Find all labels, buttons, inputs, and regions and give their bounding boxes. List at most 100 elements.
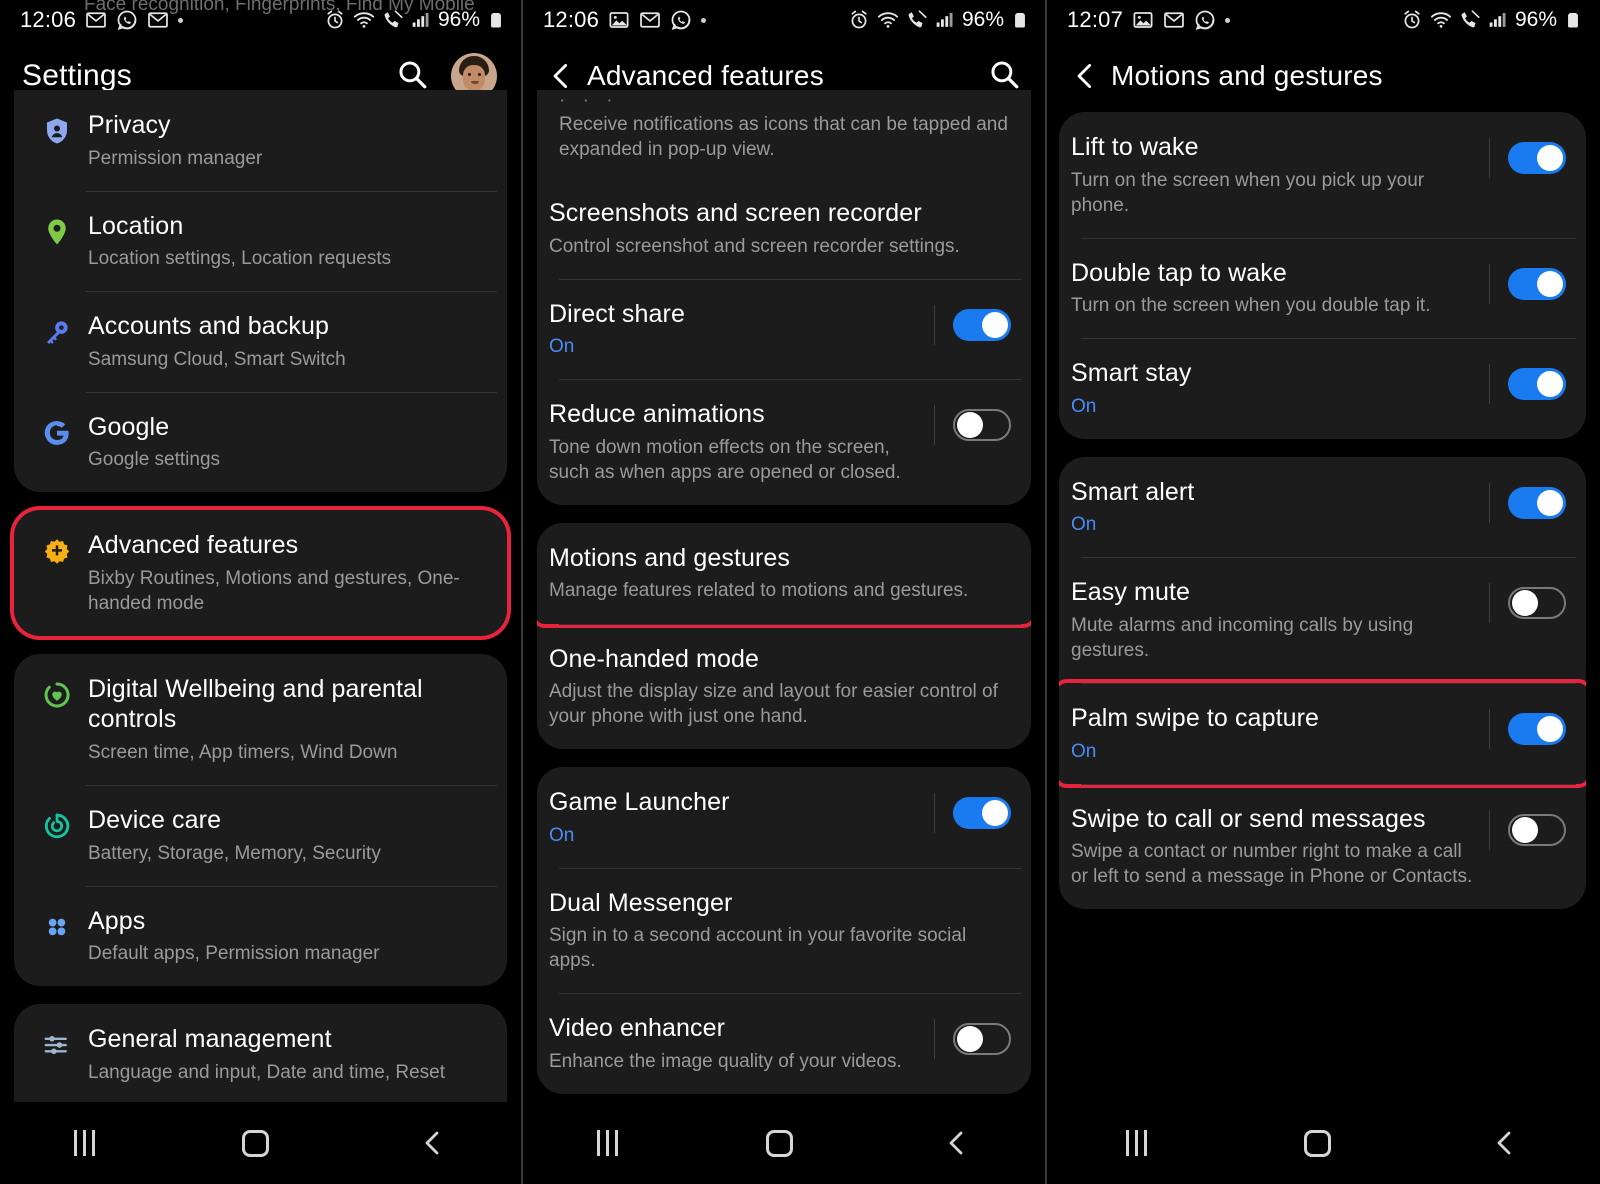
toggle-divider	[1489, 138, 1490, 178]
settings-row-subtitle: Adjust the display size and layout for e…	[549, 681, 998, 728]
battery-percent: 96%	[1514, 8, 1557, 31]
status-time: 12:06	[20, 7, 77, 32]
recent-apps-icon[interactable]	[597, 1130, 618, 1156]
settings-row[interactable]: Lift to wake Turn on the screen when you …	[1059, 112, 1586, 238]
home-icon[interactable]	[1304, 1129, 1332, 1157]
settings-list[interactable]: Face recognition, Fingerprints, Find My …	[0, 0, 521, 1184]
app-bar: Motions and gestures	[1047, 40, 1598, 112]
settings-list[interactable]: Lift to wake Turn on the screen when you …	[1047, 112, 1598, 910]
settings-row[interactable]: Privacy Permission manager	[14, 90, 507, 191]
home-icon[interactable]	[766, 1129, 793, 1157]
settings-row[interactable]: Dual Messenger Sign in to a second accoun…	[537, 867, 1031, 994]
toggle-divider	[1489, 364, 1490, 405]
back-button[interactable]	[1069, 60, 1111, 92]
settings-row-text: Palm swipe to capture On	[1071, 703, 1489, 764]
settings-row[interactable]: Palm swipe to capture On	[1059, 679, 1586, 788]
settings-row[interactable]: Apps Default apps, Permission manager	[14, 885, 507, 987]
settings-row[interactable]: Game Launcher On	[537, 767, 1031, 868]
settings-row-title: Easy mute	[1071, 578, 1191, 607]
settings-row[interactable]: Screenshots and screen recorder Control s…	[537, 178, 1031, 279]
settings-row[interactable]: One-handed mode Adjust the display size a…	[537, 623, 1031, 750]
toggle-switch[interactable]	[1508, 813, 1566, 846]
settings-card-highlighted: Advanced features Bixby Routines, Motions…	[14, 510, 507, 636]
settings-row[interactable]: Digital Wellbeing and parental controls S…	[14, 654, 507, 785]
toggle-switch[interactable]	[1508, 587, 1566, 620]
settings-row[interactable]: Reduce animations Tone down motion effect…	[537, 379, 1031, 505]
settings-row-title: One-handed mode	[549, 644, 759, 673]
toggle-switch[interactable]	[953, 409, 1011, 442]
toggle-switch[interactable]	[1508, 486, 1566, 519]
toggle-switch[interactable]	[1508, 267, 1566, 300]
settings-row-title: Google	[88, 412, 170, 441]
toggle-switch[interactable]	[1508, 368, 1566, 401]
back-nav-icon[interactable]	[1489, 1128, 1519, 1158]
settings-card: Digital Wellbeing and parental controls S…	[14, 653, 507, 987]
settings-row-text: Smart alert On	[1071, 477, 1489, 538]
settings-row-control	[934, 399, 1011, 446]
settings-row[interactable]: Video enhancer Enhance the image quality …	[537, 993, 1031, 1094]
phone-screen-advanced-features: 12:06 96% Advanced features · · · Receive no…	[521, 0, 1045, 1184]
settings-row-title: Advanced features	[88, 531, 299, 560]
settings-row[interactable]: Accounts and backup Samsung Cloud, Smart …	[14, 291, 507, 392]
settings-row[interactable]: Location Location settings, Location requ…	[14, 190, 507, 292]
settings-row-control	[934, 299, 1011, 345]
settings-row-subtitle: Google settings	[88, 449, 221, 471]
settings-row-subtitle: Default apps, Permission manager	[88, 943, 380, 965]
status-bar: 12:06 96%	[523, 0, 1045, 40]
navigation-bar	[0, 1102, 521, 1184]
recent-apps-icon[interactable]	[73, 1130, 95, 1156]
device-care-icon	[26, 805, 88, 841]
settings-row[interactable]: Google Google settings	[14, 391, 507, 493]
settings-row[interactable]: Easy mute Mute alarms and incoming calls …	[1059, 557, 1586, 683]
toggle-switch[interactable]	[953, 308, 1011, 341]
back-button[interactable]	[545, 60, 587, 92]
back-nav-icon[interactable]	[941, 1128, 971, 1158]
settings-row-text: Advanced features Bixby Routines, Motions…	[88, 530, 487, 616]
toggle-switch[interactable]	[953, 797, 1011, 830]
settings-row[interactable]: General management Language and input, Da…	[14, 1004, 507, 1105]
clipped-previous-item-subtitle: Receive notifications as icons that can …	[559, 114, 1008, 161]
settings-list[interactable]: · · · Receive notifications as icons that…	[523, 90, 1045, 1184]
settings-row-subtitle: Mute alarms and incoming calls by using …	[1071, 614, 1414, 661]
settings-row-text: General management Language and input, Da…	[88, 1024, 487, 1085]
settings-row[interactable]: Double tap to wake Turn on the screen whe…	[1059, 237, 1586, 339]
digital-wellbeing-icon	[26, 674, 88, 710]
home-icon[interactable]	[242, 1129, 270, 1157]
settings-row-title: Game Launcher	[549, 788, 730, 817]
settings-row-text: Motions and gestures Manage features rela…	[549, 543, 1011, 604]
settings-row[interactable]: Swipe to call or send messages Swipe a co…	[1059, 783, 1586, 910]
toggle-divider	[1489, 809, 1490, 850]
recent-apps-icon[interactable]	[1125, 1130, 1147, 1156]
toggle-switch[interactable]	[953, 1023, 1011, 1056]
back-nav-icon[interactable]	[417, 1128, 447, 1158]
phone-screen-motions-and-gestures: 12:07 96% Motions and gestures Lift to wake…	[1045, 0, 1598, 1184]
volte-call-icon	[1459, 9, 1481, 31]
settings-row-text: Direct share On	[549, 299, 934, 360]
settings-row[interactable]: Smart stay On	[1059, 338, 1586, 439]
settings-row-title: Motions and gestures	[549, 543, 791, 572]
settings-row[interactable]: Direct share On	[537, 278, 1031, 380]
settings-row-subtitle: Permission manager	[88, 147, 263, 169]
settings-row-title: Lift to wake	[1071, 133, 1199, 161]
settings-row-text: Double tap to wake Turn on the screen whe…	[1071, 258, 1489, 319]
volte-call-icon	[906, 9, 928, 31]
toggle-switch[interactable]	[1508, 713, 1566, 746]
clipped-title-placeholder: · · ·	[559, 90, 619, 111]
settings-row-control	[1489, 477, 1566, 523]
apps-grid-icon	[26, 906, 88, 942]
settings-row[interactable]: Device care Battery, Storage, Memory, Sec…	[14, 785, 507, 886]
toggle-switch[interactable]	[1508, 142, 1566, 174]
toggle-divider	[934, 304, 935, 345]
settings-row[interactable]: Smart alert On	[1059, 457, 1586, 558]
image-icon	[608, 9, 630, 31]
settings-row[interactable]: Motions and gestures Manage features rela…	[537, 522, 1031, 628]
settings-card: Privacy Permission manager Location Locatio…	[14, 90, 507, 493]
settings-row[interactable]: Advanced features Bixby Routines, Motions…	[14, 510, 507, 636]
status-bar: 12:07 96%	[1047, 0, 1598, 40]
settings-row-title: Accounts and backup	[88, 312, 329, 341]
gmail-icon	[1163, 9, 1185, 31]
toggle-divider	[934, 793, 935, 834]
settings-row-control	[934, 1013, 1011, 1060]
settings-row-control	[1489, 358, 1566, 405]
settings-row-subtitle: Sign in to a second account in your favo…	[549, 925, 967, 972]
